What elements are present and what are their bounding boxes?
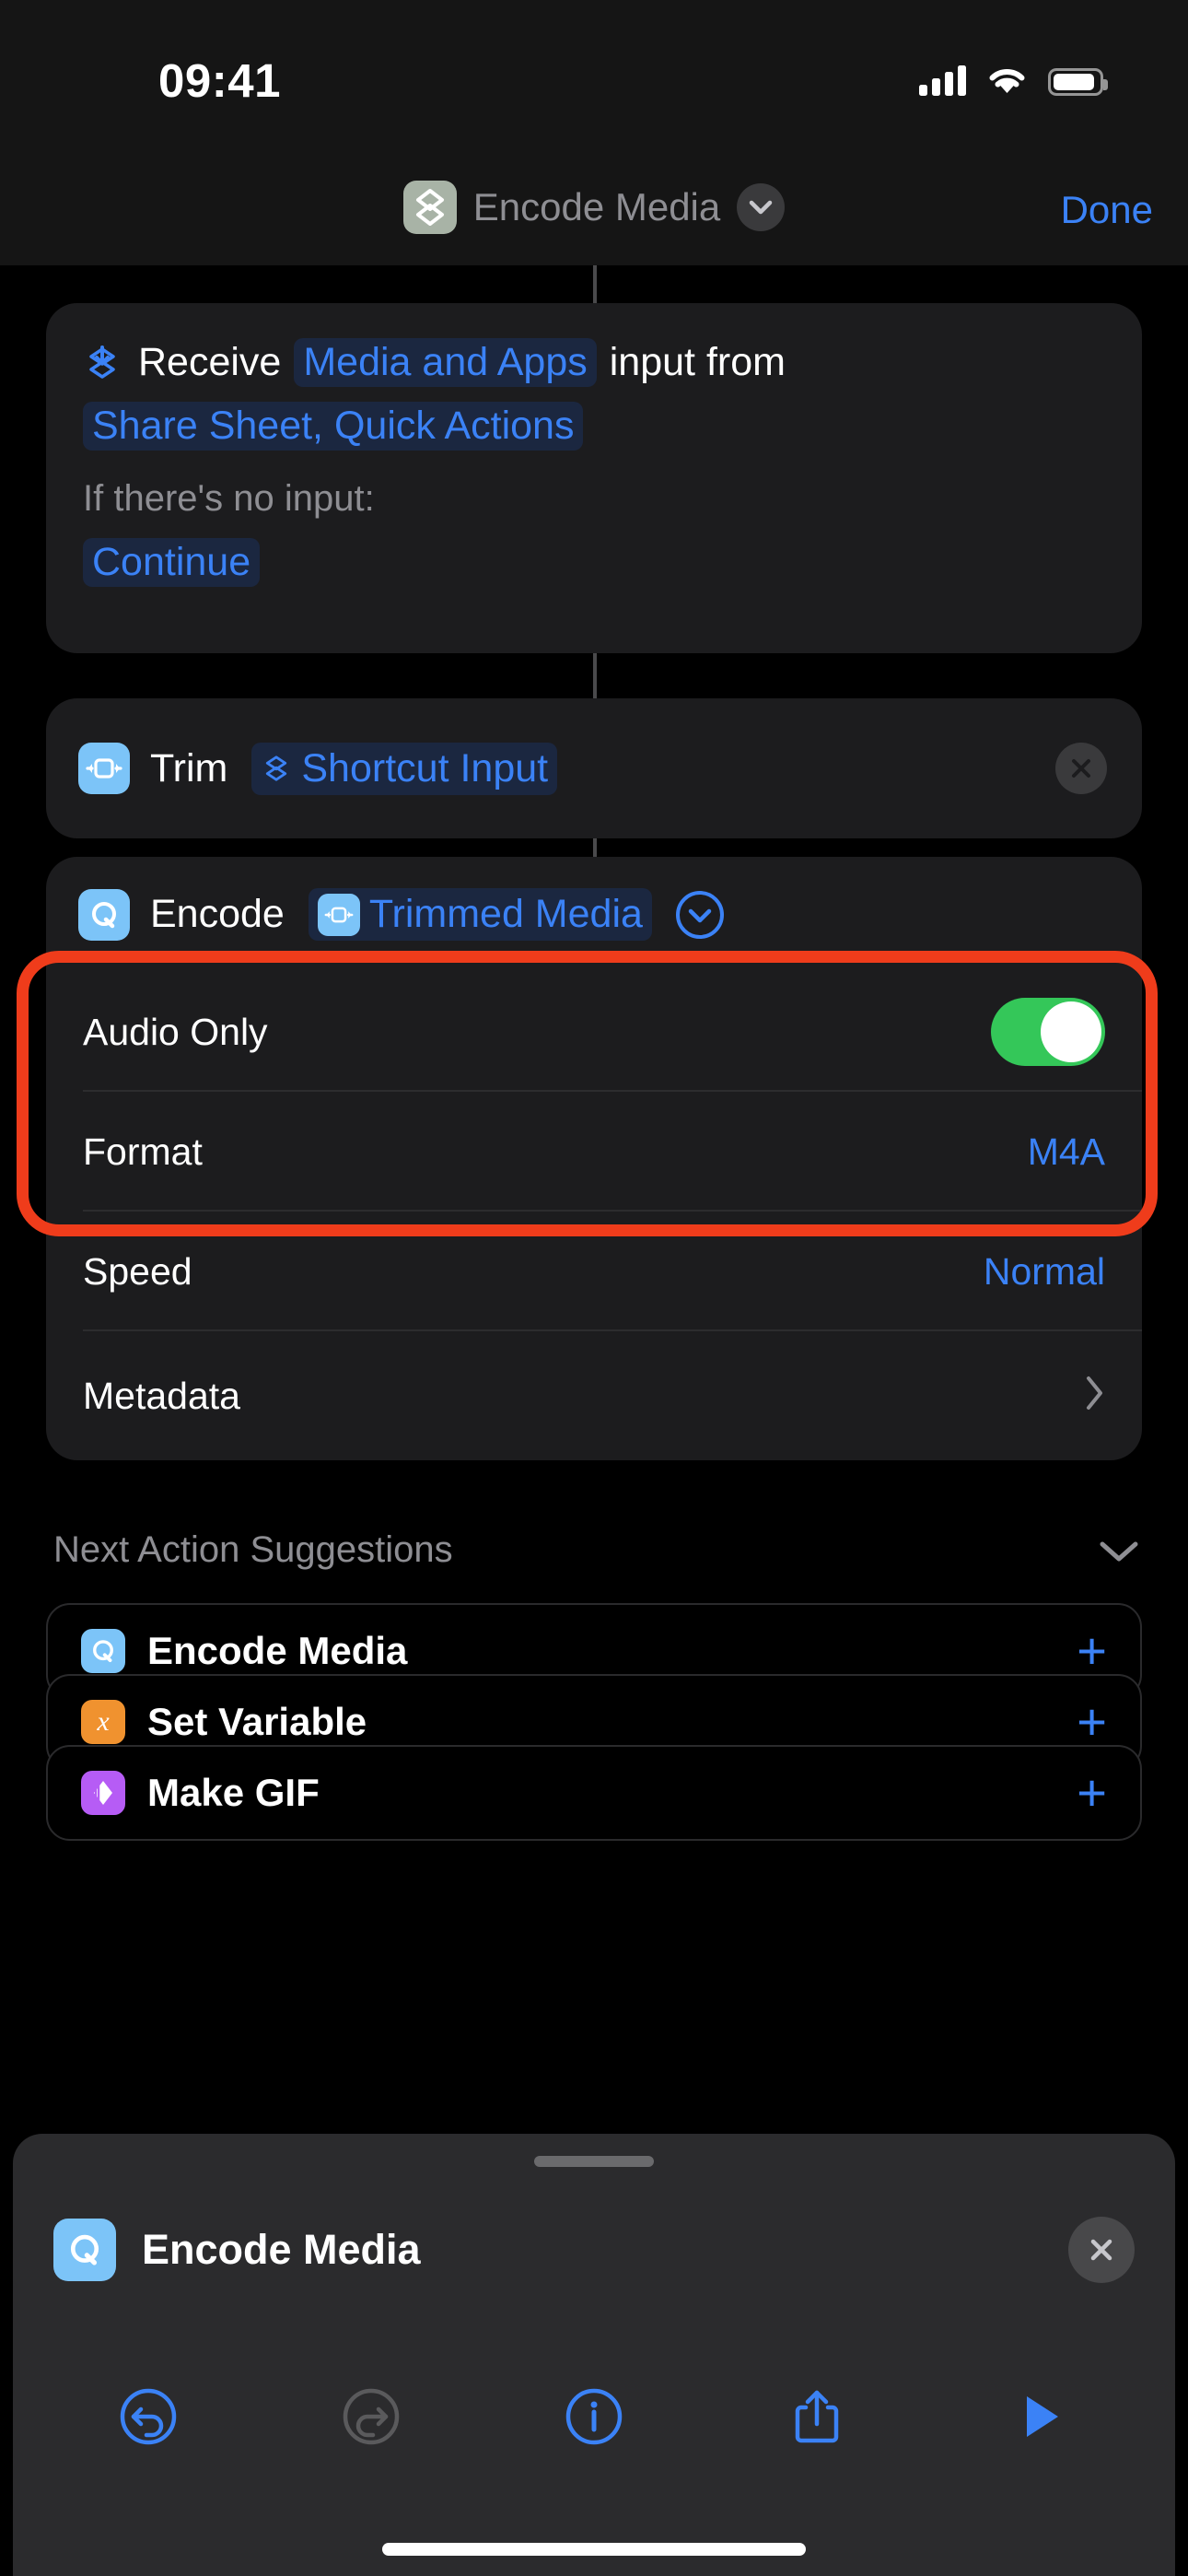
receive-verb: Receive xyxy=(138,340,282,384)
sheet-title: Encode Media xyxy=(142,2226,421,2273)
encode-media-icon xyxy=(81,1629,125,1673)
suggestion-label: Make GIF xyxy=(147,1771,320,1814)
make-gif-icon xyxy=(81,1771,125,1815)
encode-action-header[interactable]: Encode Trimmed Media xyxy=(46,857,1142,1048)
plus-icon[interactable]: + xyxy=(1077,1767,1107,1819)
no-input-behavior-token[interactable]: Continue xyxy=(83,538,261,588)
shortcut-editor-canvas: Receive Media and Apps input from Share … xyxy=(0,265,1188,2136)
receive-middle-text: input from xyxy=(609,340,786,384)
parameter-row-speed[interactable]: Speed Normal xyxy=(46,1212,1142,1331)
chevron-down-icon[interactable] xyxy=(737,183,786,231)
share-icon[interactable] xyxy=(775,2375,858,2458)
status-bar-indicators xyxy=(919,57,1108,96)
wifi-icon xyxy=(986,65,1028,96)
sheet-header: Encode Media xyxy=(13,2195,1175,2305)
done-button[interactable]: Done xyxy=(1061,188,1153,232)
format-value[interactable]: M4A xyxy=(1028,1130,1105,1174)
shortcut-input-icon xyxy=(83,344,122,382)
status-bar-time: 09:41 xyxy=(158,54,281,107)
connector-line xyxy=(593,265,597,307)
toggle-knob xyxy=(1041,1001,1101,1062)
battery-icon xyxy=(1048,68,1108,96)
trim-action-name: Trim xyxy=(150,745,228,790)
editor-toolbar xyxy=(13,2366,1175,2467)
home-indicator xyxy=(382,2543,806,2556)
connector-line xyxy=(593,650,597,702)
info-circle-icon[interactable] xyxy=(553,2375,635,2458)
trim-action-card[interactable]: Trim Shortcut Input xyxy=(46,698,1142,838)
undo-icon[interactable] xyxy=(107,2375,190,2458)
parameter-label: Speed xyxy=(83,1249,192,1293)
encode-input-variable-token[interactable]: Trimmed Media xyxy=(308,888,652,941)
plus-icon[interactable]: + xyxy=(1077,1696,1107,1748)
plus-icon[interactable]: + xyxy=(1077,1625,1107,1677)
parameter-row-metadata[interactable]: Metadata xyxy=(46,1331,1142,1460)
no-input-label: If there's no input: xyxy=(83,478,375,520)
close-icon[interactable] xyxy=(1068,2217,1135,2283)
suggestion-label: Encode Media xyxy=(147,1629,408,1672)
next-action-suggestions-title: Next Action Suggestions xyxy=(53,1529,453,1570)
close-icon[interactable] xyxy=(1055,743,1107,794)
parameter-label: Format xyxy=(83,1130,203,1173)
audio-only-toggle[interactable] xyxy=(991,998,1105,1066)
parameter-label: Metadata xyxy=(83,1374,240,1417)
trim-variable-label: Shortcut Input xyxy=(301,745,549,790)
shortcuts-app-icon xyxy=(402,181,457,234)
encode-media-icon xyxy=(78,888,130,941)
page-title: Encode Media xyxy=(472,185,721,228)
play-icon[interactable] xyxy=(998,2375,1081,2458)
receive-input-action-card[interactable]: Receive Media and Apps input from Share … xyxy=(46,303,1142,653)
navbar-title-group[interactable]: Encode Media xyxy=(0,181,1188,234)
encode-media-icon xyxy=(53,2219,116,2281)
parameter-row-audio-only[interactable]: Audio Only xyxy=(46,972,1142,1092)
chevron-down-circle-icon[interactable] xyxy=(674,889,726,941)
suggestion-label: Set Variable xyxy=(147,1700,367,1743)
iphone-screen: 09:41 Encode Media Done Receive Media an… xyxy=(0,0,1188,2576)
navigation-bar: Encode Media Done xyxy=(0,157,1188,265)
input-sources-token[interactable]: Share Sheet, Quick Actions xyxy=(83,402,584,451)
shortcut-input-icon xyxy=(261,753,292,784)
parameter-label: Audio Only xyxy=(83,1010,268,1053)
speed-value[interactable]: Normal xyxy=(984,1250,1105,1294)
encode-action-name: Encode xyxy=(150,892,285,936)
chevron-right-icon xyxy=(1085,1375,1105,1418)
action-detail-sheet[interactable]: Encode Media xyxy=(13,2134,1175,2576)
trim-input-variable-token[interactable]: Shortcut Input xyxy=(251,742,558,795)
set-variable-icon: x xyxy=(81,1700,125,1744)
redo-icon xyxy=(330,2375,413,2458)
chevron-down-icon[interactable] xyxy=(1098,1539,1140,1569)
encode-variable-label: Trimmed Media xyxy=(368,892,643,936)
suggestion-row-make-gif[interactable]: Make GIF + xyxy=(46,1745,1142,1841)
trim-media-icon xyxy=(317,893,360,936)
input-types-token[interactable]: Media and Apps xyxy=(294,338,597,388)
trim-media-icon xyxy=(78,743,130,794)
parameter-row-format[interactable]: Format M4A xyxy=(46,1092,1142,1212)
cellular-signal-icon xyxy=(919,64,966,96)
sheet-grabber[interactable] xyxy=(534,2156,654,2167)
status-bar: 09:41 xyxy=(0,0,1188,157)
